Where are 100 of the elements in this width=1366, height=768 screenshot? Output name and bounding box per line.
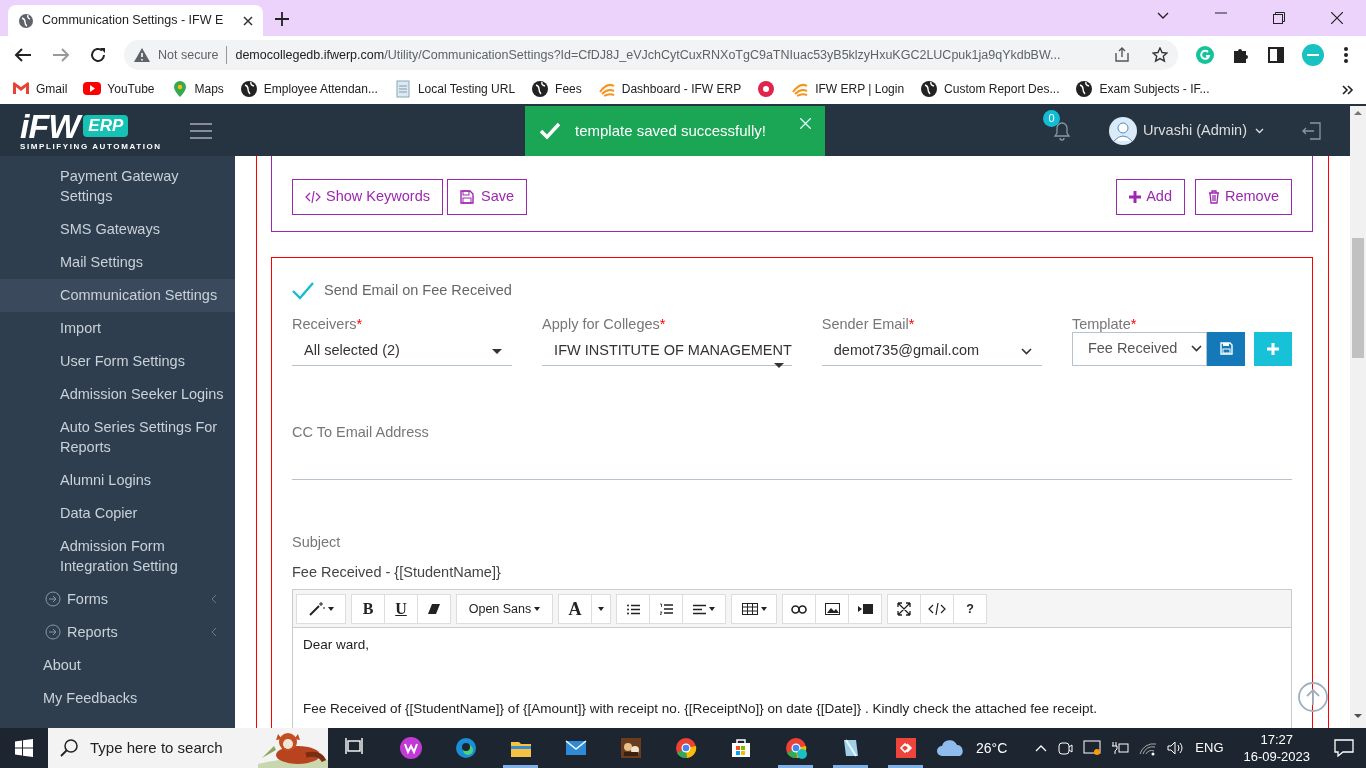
camera-icon[interactable] (1057, 740, 1074, 756)
more-menu-icon[interactable] (1344, 47, 1348, 63)
clock[interactable]: 17:27 16-09-2023 (1243, 731, 1310, 765)
notification-icon[interactable] (1334, 739, 1354, 757)
sidebar-item[interactable]: Mail Settings (0, 246, 235, 279)
sidebar-item[interactable]: Forms (0, 583, 235, 616)
sidebar-item[interactable]: Admission Seeker Logins (0, 378, 235, 411)
chrome-icon[interactable] (674, 737, 697, 759)
chevron-double-right-icon[interactable] (1342, 84, 1354, 95)
taskbar-search-field[interactable]: Type here to search (88, 735, 258, 761)
puzzle-icon[interactable] (1232, 46, 1250, 64)
bookmark[interactable]: IFW ERP | Login (791, 80, 905, 98)
windows-start-icon[interactable] (15, 739, 33, 757)
share-icon[interactable] (1114, 47, 1130, 63)
sidebar-item[interactable]: Reports (0, 616, 235, 649)
field-label: CC To Email Address (292, 422, 430, 442)
bookmark[interactable]: Fees (531, 80, 582, 98)
bookmark[interactable]: Exam Subjects - IF... (1075, 80, 1210, 98)
avatar-icon (1109, 117, 1138, 145)
code-view-icon (928, 603, 946, 616)
sidebar-item[interactable]: Payment Gateway Settings (0, 160, 235, 213)
bookmark[interactable]: Custom Report Des... (920, 80, 1060, 98)
logout-icon[interactable] (1302, 121, 1322, 141)
picture-button[interactable] (815, 594, 849, 625)
checkbox[interactable] (292, 281, 314, 300)
align-button[interactable] (682, 594, 726, 625)
action-button[interactable]: Show Keywords (292, 179, 443, 215)
help-button[interactable]: ? (953, 594, 987, 625)
back-icon[interactable] (14, 47, 32, 63)
caret-down-icon (598, 607, 604, 612)
scroll-to-top-icon[interactable] (1298, 682, 1328, 712)
side-panel-icon[interactable] (1268, 47, 1284, 63)
bookmark[interactable]: Employee Attendan... (239, 80, 378, 98)
sidebar-item[interactable]: About (0, 649, 235, 682)
monitor-icon[interactable] (1083, 740, 1102, 756)
sidebar-item[interactable]: Import (0, 312, 235, 345)
chevron-up-icon[interactable] (1035, 744, 1048, 752)
sidebar-item[interactable]: SMS Gateways (0, 213, 235, 246)
color-dropdown-button[interactable] (591, 594, 611, 625)
wifi-icon[interactable] (1139, 740, 1158, 756)
save-template-button[interactable] (1207, 331, 1245, 366)
action-button[interactable]: Remove (1195, 179, 1292, 215)
numbered-list-button[interactable] (649, 594, 683, 625)
sidebar-item[interactable]: Admission Form Integration Setting (0, 530, 235, 583)
bookmark[interactable]: Dashboard - IFW ERP (597, 80, 742, 98)
bullet-list-button[interactable] (616, 594, 650, 625)
bookmark[interactable]: YouTube (83, 80, 155, 98)
action-button[interactable]: Save (446, 179, 528, 215)
office-app-icon[interactable] (399, 737, 422, 759)
link-icon (791, 604, 807, 614)
sidebar-item[interactable]: Alumni Logins (0, 464, 235, 497)
restore-icon[interactable] (1273, 12, 1285, 24)
language-indicator[interactable]: ENG (1195, 738, 1224, 758)
forward-icon[interactable] (52, 47, 70, 63)
underline-button[interactable]: U (384, 594, 418, 625)
bookmark[interactable]: Local Testing URL (393, 80, 516, 98)
magic-wand-button[interactable] (296, 594, 346, 625)
font-family-button[interactable]: Open Sans (456, 594, 553, 625)
sidebar-item[interactable]: My Feedbacks (0, 682, 235, 715)
link-button[interactable] (782, 594, 816, 625)
store-icon[interactable] (729, 737, 752, 759)
browser-tab[interactable]: Communication Settings - IFW E (8, 5, 263, 36)
battery-plug-icon[interactable] (1111, 740, 1130, 756)
table-button[interactable] (731, 594, 777, 625)
plus-icon (1129, 189, 1142, 204)
search-icon (60, 739, 78, 757)
close-icon[interactable] (243, 15, 253, 26)
remote-desktop-icon[interactable] (894, 737, 917, 759)
new-tab-icon[interactable] (275, 11, 289, 26)
browser-icon[interactable] (454, 737, 477, 759)
bold-button[interactable]: B (351, 594, 385, 625)
close-icon[interactable] (1331, 12, 1343, 24)
bookmark[interactable]: Maps (170, 80, 224, 98)
code-view-button[interactable] (920, 594, 954, 625)
text-color-button[interactable]: A (558, 594, 592, 625)
search-box[interactable]: Type here to search (48, 728, 328, 768)
fullscreen-button[interactable] (887, 594, 921, 625)
volume-icon[interactable] (1167, 740, 1186, 756)
eraser-button[interactable] (417, 594, 451, 625)
action-button[interactable]: Add (1116, 179, 1185, 215)
menu-icon[interactable] (190, 123, 212, 139)
bullet-list-icon (626, 603, 640, 615)
editor-content[interactable]: Dear ward, Fee Received of {[StudentName]} of {[Amount]} with receipt no. {[ReceiptNo]} on date {[Date]} . Kindly check the attached fee receipt. (293, 628, 1291, 728)
video-play-icon (83, 80, 102, 98)
user-menu[interactable]: Urvashi (Admin) (1143, 120, 1264, 142)
address-bar[interactable]: Not secure democollegedb.ifwerp.com/Utility/CommunicationSettings?Id=CfDJ8J_eVJchCytCuxRNXoTgC9aTNIuac53yB5klzyHxuKGC2LUCpuk1ja9qYkdbBW... (124, 40, 1178, 70)
template-select[interactable]: Fee Received (1071, 331, 1207, 366)
star-icon[interactable] (1152, 47, 1168, 63)
reload-icon[interactable] (90, 47, 106, 63)
chevron-down-icon[interactable] (1157, 12, 1169, 20)
target-icon[interactable] (757, 80, 776, 98)
notification-count: 0 (1043, 110, 1061, 128)
video-button[interactable] (848, 594, 882, 625)
sidebar-item[interactable]: Communication Settings (0, 279, 235, 312)
bookmark[interactable]: Gmail (12, 80, 68, 98)
chrome-icon[interactable] (784, 737, 807, 759)
sidebar-item[interactable]: User Form Settings (0, 345, 235, 378)
sidebar-item[interactable]: Auto Series Settings For Reports (0, 411, 235, 464)
sidebar-item[interactable]: Data Copier (0, 497, 235, 530)
bell-icon[interactable] (1053, 121, 1072, 142)
